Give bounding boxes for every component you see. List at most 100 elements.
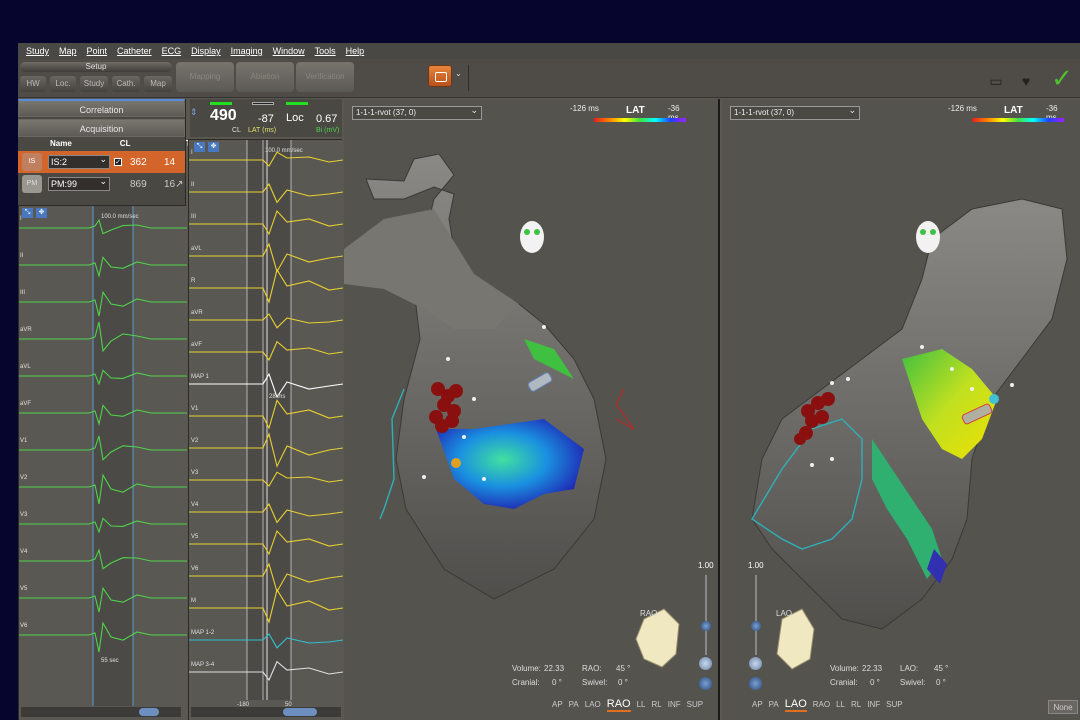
setup-cath-button[interactable]: Cath.	[112, 76, 140, 92]
view-lao[interactable]: LAO	[784, 698, 807, 712]
sort-icon[interactable]: ⇕	[190, 107, 198, 118]
view-inf[interactable]: INF	[867, 700, 880, 709]
lead-label: III	[20, 290, 26, 296]
sweep-speed: 100.0 mm/sec	[265, 148, 303, 154]
setup-study-button[interactable]: Study	[80, 76, 108, 92]
lead-label: II	[20, 253, 24, 259]
horizontal-scrollbar[interactable]	[21, 707, 181, 717]
catheter-icon: PM	[22, 175, 42, 193]
map-view-rao[interactable]: 1-1-1-rvot (37, 0) -126 ms LAT -36 ms	[344, 99, 720, 720]
none-button[interactable]: None	[1048, 700, 1078, 714]
view-ll[interactable]: LL	[836, 700, 845, 709]
tab-acquisition[interactable]: Acquisition	[18, 119, 185, 137]
cranial-value: 0 °	[870, 678, 880, 687]
cranial-label: Cranial:	[830, 678, 858, 687]
zoom-slider-track[interactable]	[755, 575, 757, 655]
zoom-slider-knob[interactable]	[701, 621, 711, 631]
setup-map-button[interactable]: Map	[144, 76, 172, 92]
zoom-slider-track[interactable]	[705, 575, 707, 655]
zoom-slider-knob[interactable]	[751, 621, 761, 631]
view-pa[interactable]: PA	[769, 700, 779, 709]
cl-label: CL	[232, 127, 241, 134]
measurement-header: ⇕ 490 CL -87 LAT (ms) Loc 0.67 Bi (mV)	[190, 99, 342, 137]
lead-label: V3	[20, 512, 28, 518]
zoom-tool-icon[interactable]: ⤡	[194, 142, 205, 152]
menu-window[interactable]: Window	[273, 43, 305, 59]
view-ll[interactable]: LL	[637, 700, 646, 709]
channel-label: II	[191, 182, 195, 188]
menu-catheter[interactable]: Catheter	[117, 43, 152, 59]
catheter-select[interactable]: PM:99	[48, 175, 110, 191]
view-ap[interactable]: AP	[752, 700, 763, 709]
pan-tool-icon[interactable]: ✥	[36, 208, 47, 218]
setup-hw-button[interactable]: HW	[20, 76, 46, 92]
catheter-row-is[interactable]: IS IS:2 ✓ 362 14	[18, 151, 185, 173]
rao-anatomy-shell	[344, 153, 680, 668]
bi-label: Bi (mV)	[316, 127, 340, 134]
camera-button[interactable]	[428, 65, 452, 87]
channel-label: aVR	[191, 310, 203, 316]
view-lao[interactable]: LAO	[585, 700, 601, 709]
view-rl[interactable]: RL	[851, 700, 861, 709]
menu-imaging[interactable]: Imaging	[231, 43, 263, 59]
volume-value: 22.33	[862, 664, 883, 673]
view-sup[interactable]: SUP	[687, 700, 703, 709]
catheter-time: 14	[164, 156, 176, 168]
swivel-label: Swivel:	[582, 678, 608, 687]
horizontal-scrollbar[interactable]	[191, 707, 341, 717]
verification-mode-button[interactable]: Verification	[296, 62, 354, 92]
view-pa[interactable]: PA	[569, 700, 579, 709]
view-inf[interactable]: INF	[668, 700, 681, 709]
channel-label: V4	[191, 502, 199, 508]
menu-point[interactable]: Point	[87, 43, 108, 59]
swivel-value: 0 °	[618, 678, 628, 687]
carto-window: Study Map Point Catheter ECG Display Ima…	[18, 43, 1080, 720]
monitor-icon[interactable]: ▭	[988, 73, 1004, 89]
catheter-row-pm[interactable]: PM PM:99 869 16↗	[18, 173, 185, 195]
view-rao[interactable]: RAO	[813, 700, 830, 709]
ablation-mode-button[interactable]: Ablation	[236, 62, 294, 92]
channel-label: V5	[191, 534, 199, 540]
tab-correlation[interactable]: Correlation	[18, 99, 185, 117]
view-sup[interactable]: SUP	[886, 700, 902, 709]
loc-indicator	[286, 102, 308, 105]
orientation-label: LAO	[776, 609, 793, 618]
rotate-icon[interactable]	[699, 657, 712, 670]
scrollbar-thumb[interactable]	[139, 708, 159, 716]
menu-map[interactable]: Map	[59, 43, 77, 59]
channel-label: MAP 1-2	[191, 630, 215, 636]
lead-label: aVF	[20, 401, 32, 407]
catheter-checkbox[interactable]: ✓	[114, 158, 122, 166]
checkmark-icon[interactable]: ✓	[1046, 63, 1078, 93]
lat-value: -87	[258, 113, 274, 125]
mapping-mode-button[interactable]: Mapping	[176, 62, 234, 92]
menu-display[interactable]: Display	[191, 43, 221, 59]
scrollbar-thumb[interactable]	[283, 708, 317, 716]
catheter-cl: 869	[130, 178, 147, 190]
menu-ecg[interactable]: ECG	[162, 43, 182, 59]
zoom-tool-icon[interactable]: ⤡	[22, 208, 33, 218]
heart-icon[interactable]: ♥	[1018, 73, 1034, 89]
catheter-select[interactable]: IS:2	[48, 153, 110, 169]
bi-value: 0.67	[316, 113, 338, 125]
pan-tool-icon[interactable]: ✥	[208, 142, 219, 152]
view-rao[interactable]: RAO	[606, 698, 631, 712]
reset-view-icon[interactable]	[699, 677, 712, 690]
lead-label: V5	[20, 586, 28, 592]
reset-view-icon[interactable]	[749, 677, 762, 690]
chevron-down-icon[interactable]: ⌄	[455, 69, 462, 78]
view-ap[interactable]: AP	[552, 700, 563, 709]
view-rl[interactable]: RL	[652, 700, 662, 709]
setup-loc-button[interactable]: Loc.	[50, 76, 76, 92]
cranial-label: Cranial:	[512, 678, 540, 687]
map-view-lao[interactable]: 1-1-1-rvot (37, 0) -126 ms LAT -36 ms	[722, 99, 1080, 720]
menu-tools[interactable]: Tools	[315, 43, 336, 59]
intracardiac-ecg-panel: ⤡ ✥ 100.0 mm/sec 28 ms -180 50 I II III aVL…	[188, 139, 343, 720]
menu-help[interactable]: Help	[346, 43, 365, 59]
toolbar: Setup HW Loc. Study Cath. Map Mapping Ab…	[18, 59, 1080, 98]
col-name: Name	[50, 139, 72, 148]
loc-label: Loc	[286, 112, 304, 124]
menu-study[interactable]: Study	[26, 43, 49, 59]
cl-indicator	[210, 102, 232, 105]
rotate-icon[interactable]	[749, 657, 762, 670]
